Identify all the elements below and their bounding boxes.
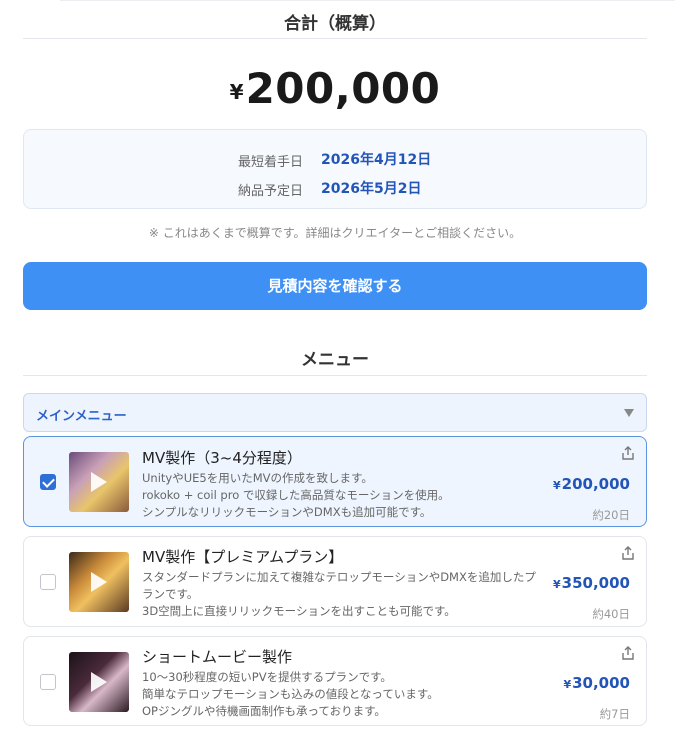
share-icon[interactable] [620,445,636,461]
menu-item-desc-line: 10〜30秒程度の短いPVを提供するプランです。 [142,670,392,684]
menu-item-price: ¥200,000 [553,475,630,493]
earliest-start-value: 2026年4月12日 [321,152,432,168]
play-icon [91,472,107,492]
menu-item-mv-standard[interactable]: MV製作（3~4分程度） UnityやUE5を用いたMVの作成を致します。 ro… [23,436,647,527]
summary-divider [23,38,647,39]
currency-symbol: ¥ [553,479,561,492]
menu-item-desc-line: スタンダードプランに加えて複雑なテロップモーションやDMXを追加したプ [142,570,536,584]
top-divider [60,0,675,1]
chevron-down-icon [624,409,634,417]
play-icon [91,572,107,592]
currency-symbol: ¥ [229,80,244,104]
delivery-value: 2026年5月2日 [321,181,422,197]
menu-item-duration: 約20日 [592,508,630,522]
menu-item-title: MV製作（3~4分程度） [142,449,302,467]
menu-title: メニュー [301,350,369,370]
menu-item-thumbnail [69,552,129,612]
total-value: 200,000 [245,64,441,113]
menu-divider [23,375,647,376]
menu-item-duration: 約40日 [592,607,630,621]
menu-item-checkbox[interactable] [40,474,56,490]
estimate-note: ※ これはあくまで概算です。詳細はクリエイターとご相談ください。 [148,226,522,240]
menu-item-checkbox[interactable] [40,674,56,690]
menu-item-description: 10〜30秒程度の短いPVを提供するプランです。 簡単なテロップモーションも込み… [142,669,562,720]
menu-item-thumbnail [69,652,129,712]
menu-category-dropdown[interactable]: メインメニュー [23,393,647,432]
price-value: 200,000 [561,475,630,493]
share-icon[interactable] [620,645,636,661]
total-amount: ¥200,000 [23,64,647,113]
menu-item-desc-line: UnityやUE5を用いたMVの作成を致します。 [142,471,373,485]
menu-item-desc-line: OPジングルや待機画面制作も承っております。 [142,704,386,718]
share-icon[interactable] [620,545,636,561]
menu-category-label: メインメニュー [36,409,127,424]
earliest-start-label: 最短着手日 [237,155,303,170]
earliest-start-row: 最短着手日 2026年4月12日 [24,148,646,170]
menu-item-title: ショートムービー製作 [142,648,293,666]
summary-title: 合計（概算） [284,14,386,34]
menu-item-checkbox[interactable] [40,574,56,590]
menu-item-desc-line: 3D空間上に直接リリックモーションを出すことも可能です。 [142,604,456,618]
play-icon [91,672,107,692]
menu-item-duration: 約7日 [599,707,630,721]
menu-item-desc-line: シンプルなリリックモーションやDMXも追加可能です。 [142,505,432,519]
menu-item-desc-line: rokoko + coil pro で収録した高品質なモーションを使用。 [142,488,450,502]
currency-symbol: ¥ [553,578,561,591]
price-value: 350,000 [561,574,630,592]
confirm-estimate-button[interactable]: 見積内容を確認する [23,262,647,310]
schedule-box: 最短着手日 2026年4月12日 納品予定日 2026年5月2日 [23,129,647,209]
menu-item-price: ¥30,000 [563,674,630,692]
menu-item-desc-line: 簡単なテロップモーションも込みの値段となっています。 [142,687,439,701]
menu-item-desc-line: ランです。 [142,587,199,601]
delivery-label: 納品予定日 [237,184,303,199]
menu-item-mv-premium[interactable]: MV製作【プレミアムプラン】 スタンダードプランに加えて複雑なテロップモーション… [23,536,647,627]
menu-item-short-movie[interactable]: ショートムービー製作 10〜30秒程度の短いPVを提供するプランです。 簡単なテ… [23,636,647,726]
currency-symbol: ¥ [563,678,572,691]
menu-item-thumbnail [69,452,129,512]
menu-item-description: スタンダードプランに加えて複雑なテロップモーションやDMXを追加したプ ランです… [142,569,582,620]
menu-item-price: ¥350,000 [553,574,630,592]
price-value: 30,000 [572,674,630,692]
menu-item-title: MV製作【プレミアムプラン】 [142,548,344,566]
menu-item-description: UnityやUE5を用いたMVの作成を致します。 rokoko + coil p… [142,470,562,521]
delivery-row: 納品予定日 2026年5月2日 [24,177,646,199]
